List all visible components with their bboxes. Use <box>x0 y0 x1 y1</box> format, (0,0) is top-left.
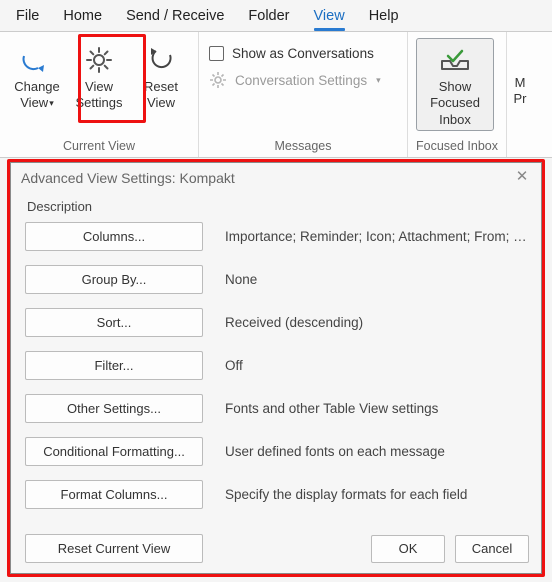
view-settings-line2: Settings <box>76 95 123 111</box>
group-label-focused: Focused Inbox <box>416 136 498 157</box>
show-as-conversations[interactable]: Show as Conversations <box>209 46 395 61</box>
group-label-messages: Messages <box>205 136 401 157</box>
cancel-button[interactable]: Cancel <box>455 535 529 563</box>
filter-desc: Off <box>225 358 529 373</box>
group-label-trailing <box>511 150 529 157</box>
trailing-p: Pr <box>514 91 527 107</box>
filter-button[interactable]: Filter... <box>25 351 203 380</box>
show-as-conversations-label: Show as Conversations <box>232 46 374 61</box>
view-settings-button[interactable]: View Settings <box>68 38 130 115</box>
change-view-line2: View▾ <box>20 95 53 111</box>
row-filter: Filter... Off <box>25 351 529 380</box>
row-columns: Columns... Importance; Reminder; Icon; A… <box>25 222 529 251</box>
change-view-button[interactable]: Change View▾ <box>6 38 68 115</box>
reset-view-line1: Reset <box>144 79 178 95</box>
menubar: File Home Send / Receive Folder View Hel… <box>0 0 552 32</box>
conditional-formatting-button[interactable]: Conditional Formatting... <box>25 437 203 466</box>
change-view-line1: Change <box>14 79 60 95</box>
group-trailing: M Pr <box>507 32 531 157</box>
reset-current-view-button[interactable]: Reset Current View <box>25 534 203 563</box>
dialog-footer: Reset Current View OK Cancel <box>11 534 541 563</box>
menu-file[interactable]: File <box>16 8 39 24</box>
other-settings-desc: Fonts and other Table View settings <box>225 401 529 416</box>
menu-view[interactable]: View <box>314 8 345 24</box>
row-group-by: Group By... None <box>25 265 529 294</box>
conversation-settings-label: Conversation Settings <box>235 73 367 88</box>
dialog-titlebar: Advanced View Settings: Kompakt ✕ <box>11 163 541 191</box>
format-columns-button[interactable]: Format Columns... <box>25 480 203 509</box>
row-other-settings: Other Settings... Fonts and other Table … <box>25 394 529 423</box>
sort-desc: Received (descending) <box>225 315 529 330</box>
description-label: Description <box>27 199 529 214</box>
reset-view-line2: View <box>147 95 175 111</box>
undo-icon <box>146 43 176 77</box>
reset-view-button[interactable]: Reset View <box>130 38 192 115</box>
group-label-current-view: Current View <box>6 136 192 157</box>
ribbon: Change View▾ <box>0 32 552 158</box>
dialog-title: Advanced View Settings: Kompakt <box>21 170 235 186</box>
row-format-columns: Format Columns... Specify the display fo… <box>25 480 529 509</box>
menu-folder[interactable]: Folder <box>248 8 289 24</box>
menu-home[interactable]: Home <box>63 8 102 24</box>
trailing-button[interactable]: M Pr <box>511 38 529 113</box>
group-focused-inbox: Show Focused Inbox Focused Inbox <box>408 32 507 157</box>
inbox-icon <box>438 43 472 77</box>
chevron-down-icon: ▾ <box>376 75 381 86</box>
gear-small-icon <box>209 71 227 89</box>
group-messages: Show as Conversations Conversation Setti… <box>199 32 408 157</box>
sort-button[interactable]: Sort... <box>25 308 203 337</box>
columns-desc: Importance; Reminder; Icon; Attachment; … <box>225 229 529 244</box>
gear-icon <box>84 43 114 77</box>
trailing-m: M <box>515 75 526 91</box>
show-focused-line1: Show Focused <box>419 79 491 112</box>
menu-help[interactable]: Help <box>369 8 399 24</box>
group-by-desc: None <box>225 272 529 287</box>
show-focused-inbox-button[interactable]: Show Focused Inbox <box>416 38 494 131</box>
conditional-formatting-desc: User defined fonts on each message <box>225 444 529 459</box>
menu-send-receive[interactable]: Send / Receive <box>126 8 224 24</box>
format-columns-desc: Specify the display formats for each fie… <box>225 487 529 502</box>
show-focused-line2: Inbox <box>439 112 471 128</box>
ok-button[interactable]: OK <box>371 535 445 563</box>
change-view-icon <box>20 43 54 77</box>
other-settings-button[interactable]: Other Settings... <box>25 394 203 423</box>
row-conditional-formatting: Conditional Formatting... User defined f… <box>25 437 529 466</box>
row-sort: Sort... Received (descending) <box>25 308 529 337</box>
group-current-view: Change View▾ <box>0 32 199 157</box>
columns-button[interactable]: Columns... <box>25 222 203 251</box>
close-icon[interactable]: ✕ <box>513 169 531 187</box>
checkbox-icon[interactable] <box>209 46 224 61</box>
conversation-settings: Conversation Settings ▾ <box>209 71 395 89</box>
group-by-button[interactable]: Group By... <box>25 265 203 294</box>
advanced-view-settings-dialog: Advanced View Settings: Kompakt ✕ Descri… <box>10 162 542 574</box>
view-settings-line1: View <box>85 79 113 95</box>
